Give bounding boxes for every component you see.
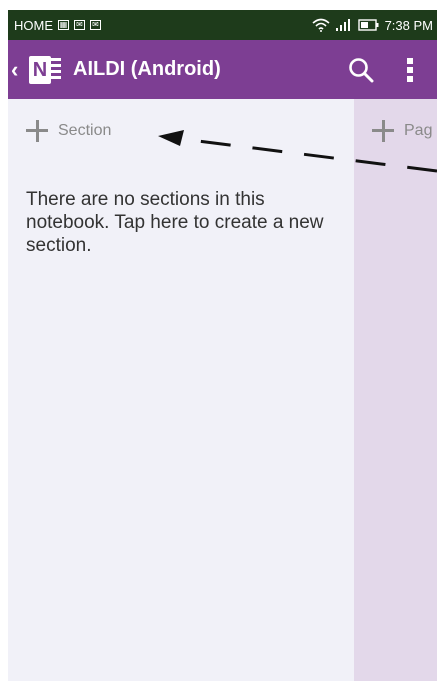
image-icon: ▦ bbox=[58, 20, 69, 30]
overflow-menu-button[interactable] bbox=[395, 50, 425, 90]
logo-pages bbox=[49, 57, 61, 82]
onenote-logo-icon[interactable]: N bbox=[29, 54, 63, 86]
more-vertical-icon bbox=[407, 57, 413, 82]
pages-pane: Pag bbox=[354, 99, 437, 681]
mail-icon: ✉ bbox=[90, 20, 101, 30]
notebook-title: AILDI (Android) bbox=[73, 58, 221, 80]
add-section-label: Section bbox=[58, 122, 112, 139]
add-page-button[interactable]: Pag bbox=[372, 120, 432, 142]
back-chevron-icon[interactable]: ‹ bbox=[11, 58, 25, 81]
status-right: 7:38 PM bbox=[312, 18, 433, 33]
app-screen: HOME ▦ ✉ ✉ 7:38 PM ‹ N AILDI (Android) S… bbox=[8, 0, 437, 681]
add-section-button[interactable]: Section bbox=[26, 120, 111, 142]
app-bar: ‹ N AILDI (Android) bbox=[8, 40, 437, 99]
search-icon bbox=[349, 57, 374, 82]
mail-icon: ✉ bbox=[74, 20, 85, 30]
status-bar: HOME ▦ ✉ ✉ 7:38 PM bbox=[8, 10, 437, 40]
carrier-label: HOME bbox=[14, 17, 53, 33]
logo-letter: N bbox=[29, 55, 51, 84]
sections-pane: Section There are no sections in this no… bbox=[8, 99, 354, 681]
empty-sections-message[interactable]: There are no sections in this notebook. … bbox=[26, 188, 336, 257]
add-page-label: Pag bbox=[404, 122, 433, 139]
status-time: 7:38 PM bbox=[384, 17, 433, 33]
plus-icon bbox=[26, 120, 48, 142]
wifi-icon bbox=[312, 18, 330, 32]
battery-icon bbox=[357, 19, 380, 31]
plus-icon bbox=[372, 120, 394, 142]
status-left: HOME ▦ ✉ ✉ bbox=[14, 18, 101, 33]
signal-icon bbox=[335, 18, 353, 32]
search-button[interactable] bbox=[341, 50, 381, 90]
